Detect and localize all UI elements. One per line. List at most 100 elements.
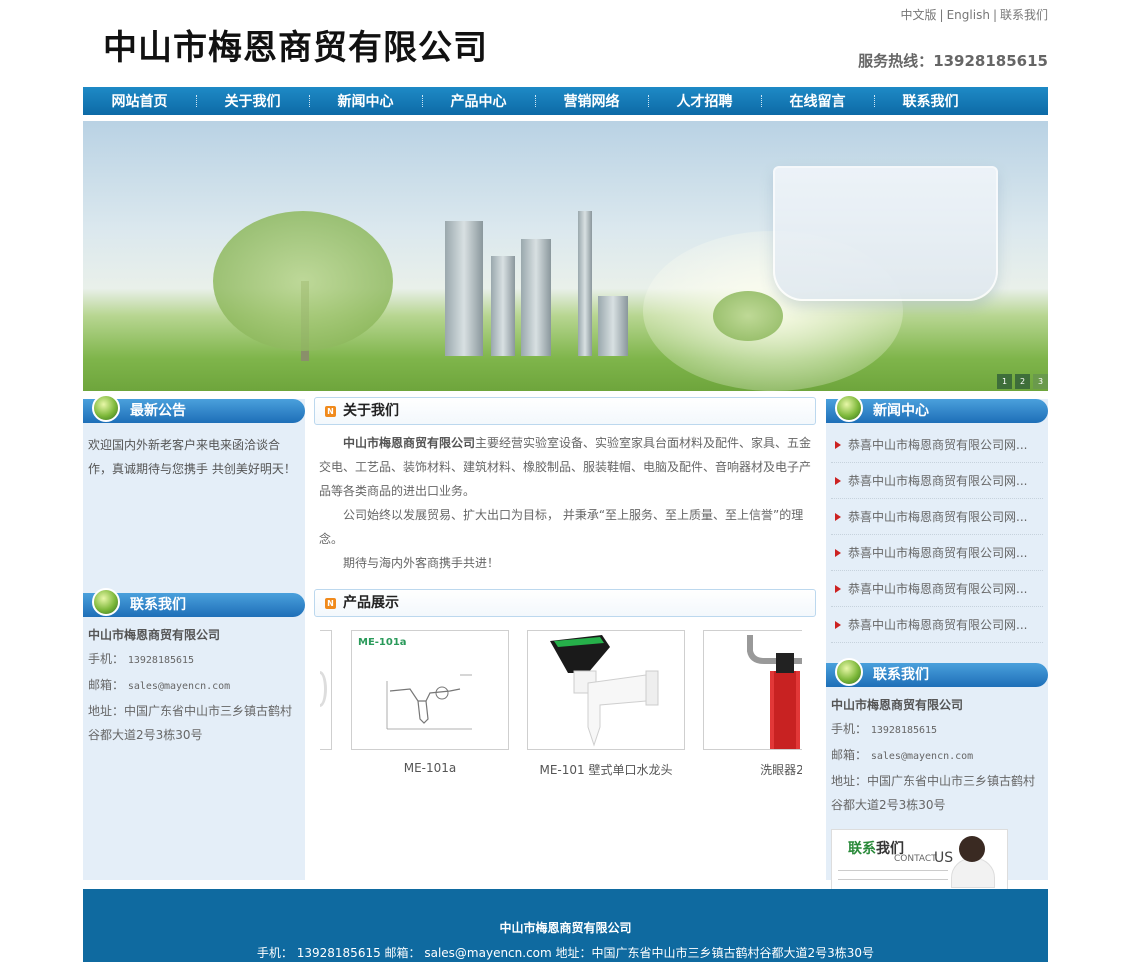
news-title: 新闻中心 (826, 394, 1048, 423)
contact-us-link[interactable]: 联系我们 (1000, 8, 1048, 22)
nav-contact[interactable]: 联系我们 (874, 91, 987, 111)
about-text: 中山市梅恩商贸有限公司主要经营实验室设备、实验室家具台面材料及配件、家具、五金交… (314, 425, 816, 575)
person-avatar-graphic (959, 836, 985, 862)
contact-banner-en-small: CONTACT (894, 854, 937, 864)
slide-dot-1[interactable]: 1 (997, 374, 1012, 389)
products-section: N 产品展示 (314, 589, 816, 617)
contact-banner-en-big: US (934, 850, 954, 866)
news-item[interactable]: 恭喜中山市梅恩商贸有限公司网... (831, 463, 1043, 499)
email-label: 邮箱： (831, 748, 868, 762)
contact-email-row: 邮箱： sales@mayencn.com (831, 743, 1043, 769)
building-graphic (491, 256, 515, 356)
contact-us-banner[interactable]: 联系我们 CONTACT US (831, 829, 1008, 891)
news-item-text: 恭喜中山市梅恩商贸有限公司网... (848, 438, 1028, 452)
footer-company: 中山市梅恩商贸有限公司 (499, 921, 632, 935)
section-bullet-icon: N (325, 406, 336, 417)
slide-dot-2[interactable]: 2 (1015, 374, 1030, 389)
site-logo[interactable]: 中山市梅恩商贸有限公司 (103, 20, 488, 69)
products-title: N 产品展示 (314, 589, 816, 617)
nav-about[interactable]: 关于我们 (196, 91, 309, 111)
product-carousel: ME-101a ME-101a ME-101 壁式单口水龙头 洗眼器2 (320, 630, 802, 780)
arrow-right-icon (835, 585, 841, 593)
top-links: 中文版 | English | 联系我们 (901, 6, 1048, 23)
lang-chinese-link[interactable]: 中文版 (901, 8, 937, 22)
nav-news[interactable]: 新闻中心 (309, 91, 422, 111)
product-image-eyewash[interactable] (703, 630, 802, 750)
nav-jobs[interactable]: 人才招聘 (648, 91, 761, 111)
nav-marketing[interactable]: 营销网络 (535, 91, 648, 111)
products-title-text[interactable]: 产品展示 (343, 595, 399, 611)
person-body-graphic (951, 858, 995, 888)
email-label: 邮箱： (88, 678, 125, 692)
news-item[interactable]: 恭喜中山市梅恩商贸有限公司网... (831, 607, 1043, 643)
contact-address-row: 地址：中国广东省中山市三乡镇古鹤村谷都大道2号3栋30号 (831, 769, 1043, 817)
news-title-text[interactable]: 新闻中心 (873, 403, 929, 419)
faucet-drawing (386, 674, 472, 730)
product-caption[interactable]: ME-101a (351, 761, 509, 775)
news-item-text: 恭喜中山市梅恩商贸有限公司网... (848, 618, 1028, 632)
phone-label: 手机： (88, 652, 125, 666)
tree-graphic (213, 211, 393, 351)
contact-company: 中山市梅恩商贸有限公司 (88, 628, 221, 642)
phone-value: 13928185615 (127, 655, 195, 666)
contact-company: 中山市梅恩商贸有限公司 (831, 698, 964, 712)
about-title: N 关于我们 (314, 397, 816, 425)
news-item-text: 恭喜中山市梅恩商贸有限公司网... (848, 510, 1028, 524)
nav-home[interactable]: 网站首页 (83, 91, 196, 111)
about-paragraph-3: 期待与海内外客商携手共进！ (343, 556, 500, 570)
news-item[interactable]: 恭喜中山市梅恩商贸有限公司网... (831, 535, 1043, 571)
hotline-number: 13928185615 (933, 52, 1048, 70)
notice-text: 欢迎国内外新老客户来电来函洽谈合作，真诚期待与您携手 共创美好明天！ (88, 438, 296, 476)
contact-title: 联系我们 (83, 588, 305, 617)
phone-value: 13928185615 (870, 725, 938, 736)
email-value[interactable]: sales@mayencn.com (871, 751, 973, 762)
globe-icon (92, 588, 120, 616)
faucet-photo (550, 635, 659, 747)
about-title-text[interactable]: 关于我们 (343, 403, 399, 419)
about-company-name: 中山市梅恩商贸有限公司 (343, 436, 476, 450)
arrow-right-icon (835, 513, 841, 521)
product-image-me101[interactable] (527, 630, 685, 750)
slide-pager: 1 2 3 (997, 374, 1048, 389)
arrow-right-icon (835, 441, 841, 449)
news-item[interactable]: 恭喜中山市梅恩商贸有限公司网... (831, 571, 1043, 607)
arrow-right-icon (835, 549, 841, 557)
contact-email-row: 邮箱： sales@mayencn.com (88, 673, 300, 699)
phone-label: 手机： (831, 722, 868, 736)
news-item-text: 恭喜中山市梅恩商贸有限公司网... (848, 582, 1028, 596)
contact-banner-lines (838, 870, 948, 880)
separator: | (939, 8, 944, 22)
contact-title-text: 联系我们 (130, 597, 186, 613)
news-item[interactable]: 恭喜中山市梅恩商贸有限公司网... (831, 499, 1043, 535)
site-footer: 中山市梅恩商贸有限公司 手机： 13928185615 邮箱： sales@ma… (83, 889, 1048, 962)
product-caption[interactable]: 洗眼器2 (703, 761, 802, 778)
lang-english-link[interactable]: English (947, 8, 990, 22)
section-bullet-icon: N (325, 598, 336, 609)
contact-address-row: 地址：中国广东省中山市三乡镇古鹤村谷都大道2号3栋30号 (88, 699, 300, 747)
hero-banner[interactable]: 1 2 3 (83, 121, 1048, 391)
left-sidebar: 最新公告 欢迎国内外新老客户来电来函洽谈合作，真诚期待与您携手 共创美好明天！ … (83, 394, 305, 880)
globe-icon (835, 394, 863, 422)
arrow-right-icon (835, 477, 841, 485)
about-paragraph: 中山市梅恩商贸有限公司主要经营实验室设备、实验室家具台面材料及配件、家具、五金交… (319, 431, 812, 503)
hotline-label: 服务热线： (858, 52, 934, 70)
nav-products[interactable]: 产品中心 (422, 91, 535, 111)
product-image-me101a[interactable]: ME-101a (351, 630, 509, 750)
email-value[interactable]: sales@mayencn.com (128, 681, 230, 692)
building-graphic (521, 239, 551, 356)
nav-message[interactable]: 在线留言 (761, 91, 874, 111)
news-item[interactable]: 恭喜中山市梅恩商贸有限公司网... (831, 427, 1043, 463)
contact-info: 中山市梅恩商贸有限公司 手机： 13928185615 邮箱： sales@ma… (826, 687, 1048, 823)
product-image-partial[interactable] (320, 630, 332, 750)
eyewash-photo (747, 635, 802, 749)
product-caption[interactable]: ME-101 壁式单口水龙头 (527, 761, 685, 778)
building-graphic (445, 221, 483, 356)
main-nav: 网站首页 关于我们 新闻中心 产品中心 营销网络 人才招聘 在线留言 联系我们 (83, 87, 1048, 115)
globe-icon (835, 658, 863, 686)
footer-contact-line: 手机： 13928185615 邮箱： sales@mayencn.com 地址… (256, 946, 875, 960)
contact-phone-row: 手机： 13928185615 (88, 647, 300, 673)
service-hotline: 服务热线：13928185615 (858, 50, 1048, 71)
slide-dot-3[interactable]: 3 (1033, 374, 1048, 389)
arrow-right-icon (835, 621, 841, 629)
contact-banner-green: 联系 (848, 841, 876, 857)
